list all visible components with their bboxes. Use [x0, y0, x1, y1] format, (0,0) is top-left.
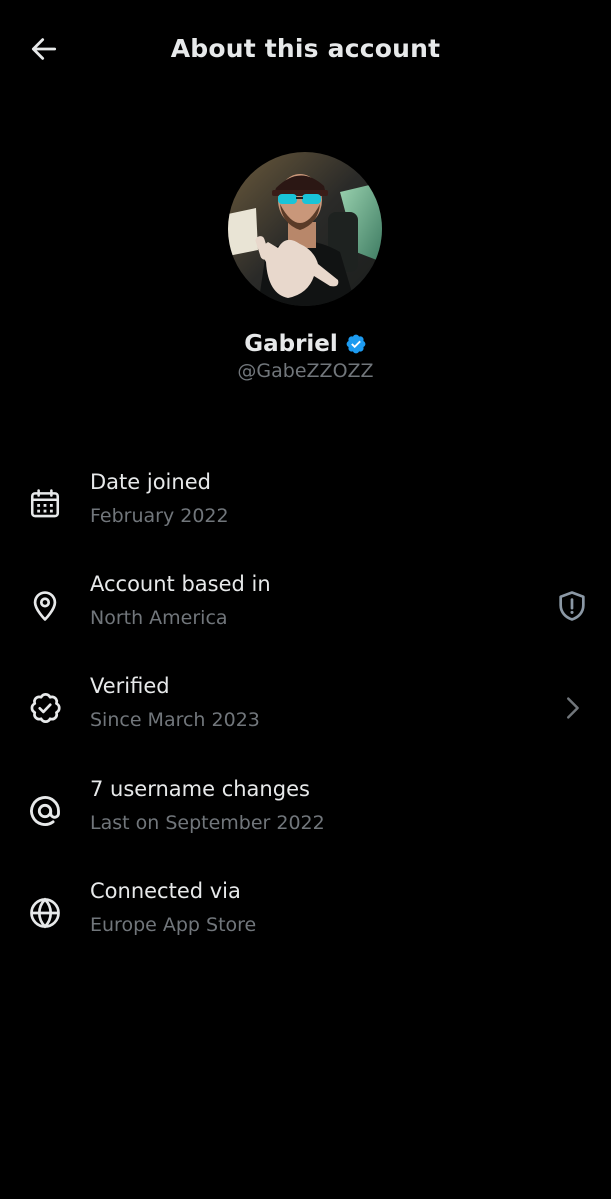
row-title: Date joined — [90, 470, 211, 494]
row-connected-via: Connected via Europe App Store — [0, 872, 611, 960]
avatar[interactable] — [228, 152, 382, 306]
row-date-joined: Date joined February 2022 — [0, 463, 611, 551]
globe-icon — [24, 892, 66, 934]
row-username-changes: 7 username changes Last on September 202… — [0, 770, 611, 858]
row-verified[interactable]: Verified Since March 2023 — [0, 667, 611, 755]
username-handle: @GabeZZOZZ — [237, 360, 374, 382]
page-title: About this account — [170, 34, 441, 63]
top-bar: About this account — [0, 0, 611, 100]
at-sign-icon — [24, 790, 66, 832]
verified-badge-icon — [345, 333, 367, 355]
row-title: Connected via — [90, 879, 241, 903]
verified-check-icon — [24, 687, 66, 729]
display-name: Gabriel — [244, 331, 338, 357]
row-title: Verified — [90, 674, 170, 698]
location-pin-icon — [24, 585, 66, 627]
row-subtitle: Last on September 2022 — [90, 812, 325, 834]
row-subtitle: February 2022 — [90, 505, 229, 527]
row-account-based-in: Account based in North America — [0, 565, 611, 653]
row-subtitle: North America — [90, 607, 228, 629]
row-title: Account based in — [90, 572, 271, 596]
row-subtitle: Europe App Store — [90, 914, 257, 936]
profile-name-row: Gabriel — [0, 331, 611, 357]
shield-alert-icon[interactable] — [551, 585, 593, 627]
chevron-right-icon — [551, 687, 593, 729]
calendar-icon — [24, 483, 66, 525]
row-subtitle: Since March 2023 — [90, 709, 260, 731]
row-title: 7 username changes — [90, 777, 310, 801]
